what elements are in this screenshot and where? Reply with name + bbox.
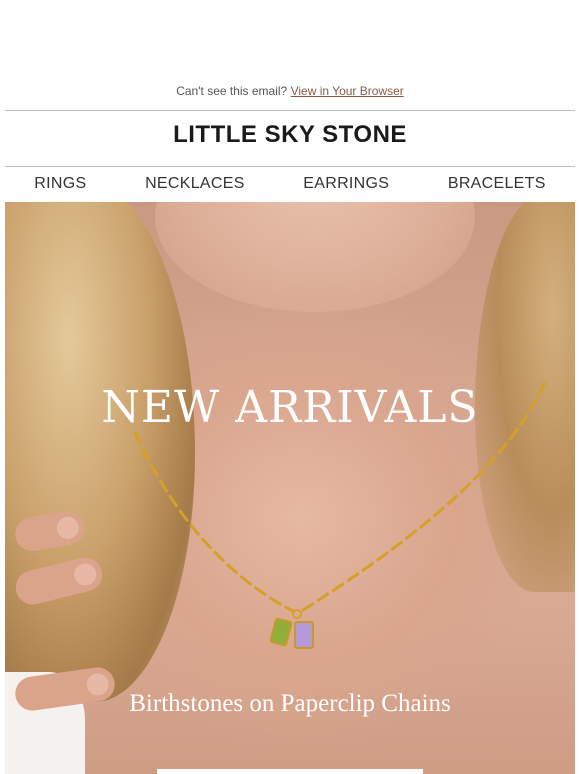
header-divider-top [5,110,575,111]
hero-subtitle: Birthstones on Paperclip Chains [129,690,451,717]
brand-logo[interactable]: LITTLE SKY STONE [0,121,580,149]
charm-jump-ring [292,609,302,619]
hero-photo-hand [12,502,117,722]
chain-left [133,431,296,614]
preheader-text: Can't see this email? [176,84,288,98]
amethyst-charm [294,621,314,649]
view-in-browser-link[interactable]: View in Your Browser [291,84,404,98]
peridot-charm [269,617,293,647]
hero-banner[interactable]: NEW ARRIVALS Birthstones on Paperclip Ch… [5,202,575,774]
nav-item-rings[interactable]: RINGS [34,175,86,193]
hero-title: NEW ARRIVALS [101,382,479,433]
hero-cta-button[interactable] [157,769,423,774]
category-nav: RINGS NECKLACES EARRINGS BRACELETS [5,172,575,196]
preheader: Can't see this email? View in Your Brows… [0,84,580,98]
nav-item-earrings[interactable]: EARRINGS [303,175,389,193]
birthstone-charms [269,609,314,649]
nav-item-bracelets[interactable]: BRACELETS [448,175,546,193]
nav-item-necklaces[interactable]: NECKLACES [145,175,245,193]
header-divider-bottom [5,166,575,167]
